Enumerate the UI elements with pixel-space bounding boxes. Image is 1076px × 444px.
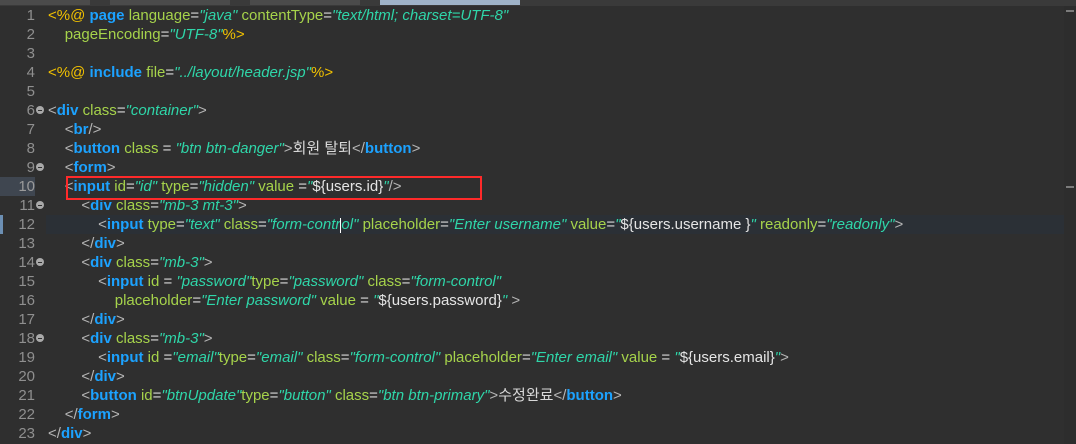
code-text: </div> xyxy=(81,368,125,385)
code-line[interactable]: <button id="btnUpdate"type="button" clas… xyxy=(46,386,1064,405)
line-number: 11 xyxy=(19,197,35,214)
line-number: 10 xyxy=(0,177,35,196)
line-number: 2 xyxy=(26,26,35,43)
code-line[interactable]: <input id = "password"type="password" cl… xyxy=(46,272,1064,291)
line-number: 19 xyxy=(18,349,35,366)
code-line[interactable]: <div class="container"> xyxy=(46,101,1064,120)
code-line[interactable]: <form> xyxy=(46,158,1064,177)
line-number: 8 xyxy=(26,140,35,157)
code-text: </div> xyxy=(81,311,125,328)
tab[interactable] xyxy=(0,0,90,5)
text-caret xyxy=(340,217,342,233)
line-number: 21 xyxy=(18,387,35,404)
code-text: pageEncoding="UTF-8"%> xyxy=(64,26,245,43)
code-line[interactable]: <%@ include file="../layout/header.jsp"%… xyxy=(46,63,1064,82)
code-text: <%@ include file="../layout/header.jsp"%… xyxy=(48,64,334,81)
change-marker xyxy=(0,215,3,234)
code-line[interactable]: <input id ="email"type="email" class="fo… xyxy=(46,348,1064,367)
tab-active[interactable] xyxy=(380,0,520,5)
code-text: placeholder="Enter password" value = "${… xyxy=(114,292,521,309)
tab[interactable] xyxy=(250,0,360,5)
fold-toggle-icon[interactable] xyxy=(36,201,44,209)
code-text: <form> xyxy=(64,159,116,176)
code-line[interactable]: placeholder="Enter password" value = "${… xyxy=(46,291,1064,310)
line-number: 20 xyxy=(18,368,35,385)
line-number: 4 xyxy=(26,64,35,81)
code-text: <input id ="email"type="email" class="fo… xyxy=(98,349,789,366)
code-line[interactable]: <div class="mb-3 mt-3"> xyxy=(46,196,1064,215)
line-number: 23 xyxy=(18,425,35,442)
fold-toggle-icon[interactable] xyxy=(36,106,44,114)
line-number: 6 xyxy=(26,102,35,119)
code-text: <br/> xyxy=(64,121,102,138)
line-number: 22 xyxy=(18,406,35,423)
line-number: 17 xyxy=(18,311,35,328)
scroll-marker xyxy=(1066,10,1074,12)
code-line[interactable]: </div> xyxy=(46,367,1064,386)
code-line[interactable]: </div> xyxy=(46,424,1064,443)
code-line[interactable]: </div> xyxy=(46,310,1064,329)
code-text: <%@ page language="java" contentType="te… xyxy=(48,7,509,24)
line-number: 7 xyxy=(26,121,35,138)
fold-toggle-icon[interactable] xyxy=(36,163,44,171)
code-line[interactable]: <br/> xyxy=(46,120,1064,139)
line-number: 16 xyxy=(18,292,35,309)
code-line[interactable]: pageEncoding="UTF-8"%> xyxy=(46,25,1064,44)
code-line[interactable]: <div class="mb-3"> xyxy=(46,253,1064,272)
code-line[interactable]: <button class = "btn btn-danger">회원 탈퇴</… xyxy=(46,139,1064,158)
code-area[interactable]: <%@ page language="java" contentType="te… xyxy=(46,6,1064,444)
line-number: 9 xyxy=(26,159,35,176)
code-text: <div class="mb-3"> xyxy=(81,254,213,271)
code-line[interactable]: </div> xyxy=(46,234,1064,253)
code-line[interactable] xyxy=(46,44,1064,63)
code-editor[interactable]: 1 2 3 4 5 6 7 8 9 10 11 12 13 14 15 16 17 18 19 20 21 22 23 <%… xyxy=(0,0,1076,444)
code-line[interactable]: </form> xyxy=(46,405,1064,424)
fold-toggle-icon[interactable] xyxy=(36,334,44,342)
code-text: <div class="container"> xyxy=(48,102,207,119)
line-number: 18 xyxy=(18,330,35,347)
fold-toggle-icon[interactable] xyxy=(36,258,44,266)
line-number: 15 xyxy=(18,273,35,290)
code-text: <div class="mb-3"> xyxy=(81,330,213,347)
scroll-marker xyxy=(1066,186,1074,188)
code-line[interactable]: <input id="id" type="hidden" value ="${u… xyxy=(46,177,1064,196)
line-number-gutter: 1 2 3 4 5 6 7 8 9 10 11 12 13 14 15 16 17 18 19 20 21 22 23 xyxy=(0,6,46,444)
line-number: 13 xyxy=(18,235,35,252)
code-text: </div> xyxy=(48,425,92,442)
code-text: </div> xyxy=(81,235,125,252)
line-number: 14 xyxy=(18,254,35,271)
code-line[interactable] xyxy=(46,82,1064,101)
code-line[interactable]: <input type="text" class="form-control" … xyxy=(46,215,1064,234)
code-text: <div class="mb-3 mt-3"> xyxy=(81,197,247,214)
line-number: 3 xyxy=(26,45,35,62)
code-text: <button class = "btn btn-danger">회원 탈퇴</… xyxy=(64,140,421,157)
code-line[interactable]: <%@ page language="java" contentType="te… xyxy=(46,6,1064,25)
code-text: <input type="text" class="form-control" … xyxy=(98,216,904,233)
code-text: <input id="id" type="hidden" value ="${u… xyxy=(64,178,402,195)
line-number: 5 xyxy=(26,83,35,100)
line-number: 12 xyxy=(18,216,35,233)
code-text: <input id = "password"type="password" cl… xyxy=(98,273,502,290)
code-text: <button id="btnUpdate"type="button" clas… xyxy=(81,387,622,404)
tab[interactable] xyxy=(110,0,230,5)
code-text: </form> xyxy=(64,406,120,423)
vertical-scrollbar[interactable] xyxy=(1064,6,1076,444)
code-line[interactable]: <div class="mb-3"> xyxy=(46,329,1064,348)
line-number: 1 xyxy=(26,7,35,24)
